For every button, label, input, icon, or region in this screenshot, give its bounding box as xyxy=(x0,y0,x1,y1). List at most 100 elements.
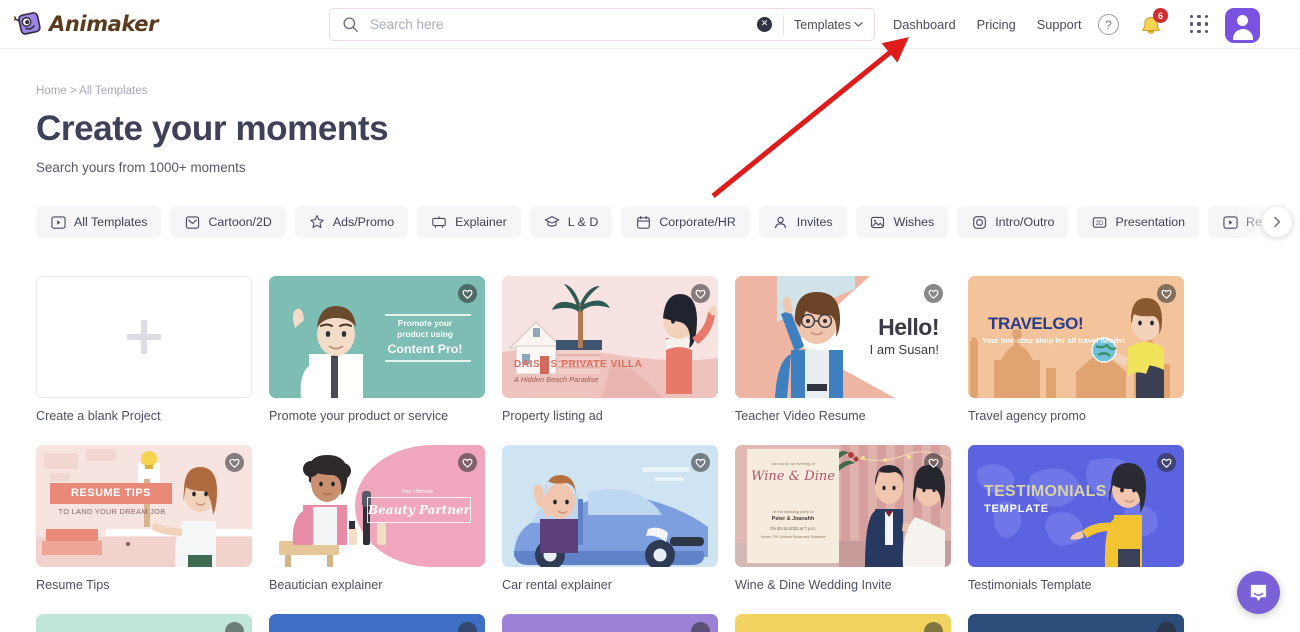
nav-link-support[interactable]: Support xyxy=(1037,17,1082,32)
favorite-button[interactable] xyxy=(458,622,477,632)
heart-icon xyxy=(462,458,473,468)
category-chip-presentation[interactable]: 2D Presentation xyxy=(1077,206,1200,238)
template-label: Travel agency promo xyxy=(968,409,1086,423)
search-bar[interactable]: ✕ Templates xyxy=(329,8,875,41)
brand-logo[interactable]: Animaker xyxy=(12,10,159,38)
template-thumbnail[interactable]: DAISY'S PRIVATE VILLA A Hidden Beach Par… xyxy=(502,276,718,398)
nav-link-dashboard[interactable]: Dashboard xyxy=(893,17,956,32)
favorite-button[interactable] xyxy=(225,622,244,632)
category-chip-label: Ads/Promo xyxy=(332,215,395,229)
search-scope-dropdown[interactable]: Templates xyxy=(784,18,874,32)
category-chip-invites[interactable]: Invites xyxy=(758,206,847,238)
heart-icon xyxy=(695,289,706,299)
close-circle-icon[interactable]: ✕ xyxy=(757,17,773,32)
category-chip-label: Corporate/HR xyxy=(659,215,736,229)
app-grid-icon[interactable] xyxy=(1190,15,1210,35)
breadcrumb: Home > All Templates xyxy=(36,85,1300,97)
template-thumbnail[interactable]: Your Ultimate Beauty Partner xyxy=(269,445,485,567)
favorite-button[interactable] xyxy=(924,453,943,472)
template-thumbnail-partial[interactable] xyxy=(735,614,951,632)
nav-link-pricing[interactable]: Pricing xyxy=(977,17,1016,32)
category-chip-all-templates[interactable]: All Templates xyxy=(36,206,162,238)
heart-icon xyxy=(462,289,473,299)
template-label: Wine & Dine Wedding Invite xyxy=(735,578,892,592)
heart-icon xyxy=(928,458,939,468)
category-chip-label: Presentation xyxy=(1115,215,1186,229)
template-label: Beautician explainer xyxy=(269,578,383,592)
thumbnail-text-line1: Promote your xyxy=(397,318,453,328)
chat-widget-button[interactable] xyxy=(1237,571,1280,614)
favorite-button[interactable] xyxy=(1157,453,1176,472)
thumbnail-subtext: TO LAND YOUR DREAM JOB xyxy=(58,507,166,516)
template-thumbnail-partial[interactable] xyxy=(502,614,718,632)
template-thumbnail[interactable]: TESTIMONIALS TEMPLATE xyxy=(968,445,1184,567)
thumbnail-headline: Hello! xyxy=(878,314,939,340)
template-thumbnail[interactable]: TRAVELGO! Your one-stop shop for all tra… xyxy=(968,276,1184,398)
thumbnail-pretext: Join us for an evening of xyxy=(771,461,815,466)
play-box-icon xyxy=(50,214,66,230)
search-input[interactable] xyxy=(370,17,758,32)
favorite-button[interactable] xyxy=(924,284,943,303)
thumbnail-headline: Beauty Partner xyxy=(368,503,470,517)
template-card-property[interactable]: DAISY'S PRIVATE VILLA A Hidden Beach Par… xyxy=(502,276,718,423)
chevron-right-icon[interactable] xyxy=(1262,207,1292,237)
template-card-beautician[interactable]: Your Ultimate Beauty Partner Beautician … xyxy=(269,445,485,592)
chat-bubble-icon xyxy=(1250,584,1267,602)
template-thumbnail-partial[interactable] xyxy=(968,614,1184,632)
category-chip-label: Invites xyxy=(796,215,833,229)
thumbnail-venue: Venue: 784 Venture Boulevard, Brisbane xyxy=(760,535,826,539)
favorite-button[interactable] xyxy=(458,284,477,303)
template-grid-next-row xyxy=(36,614,1300,632)
calendar-icon xyxy=(635,214,651,230)
category-chip-l-and-d[interactable]: L & D xyxy=(529,206,613,238)
template-thumbnail[interactable]: Hello! I am Susan! xyxy=(735,276,951,398)
breadcrumb-current: All Templates xyxy=(79,85,148,97)
category-chip-label: Intro/Outro xyxy=(995,215,1055,229)
thumbnail-text-lines: Promote your product using xyxy=(379,318,471,340)
brand-name: Animaker xyxy=(49,12,159,36)
heart-icon xyxy=(1161,289,1172,299)
template-card-resume-tips[interactable]: RESUME TIPS TO LAND YOUR DREAM JOB Resum… xyxy=(36,445,252,592)
thumbnail-pretext: Your Ultimate xyxy=(400,489,434,495)
template-thumbnail[interactable]: Join us for an evening of Wine & Dine At… xyxy=(735,445,951,567)
question-mark-icon[interactable]: ? xyxy=(1098,14,1119,35)
template-card-promote[interactable]: Promote your product using Content Pro! … xyxy=(269,276,485,423)
heart-icon xyxy=(928,289,939,299)
template-card-testimonials[interactable]: TESTIMONIALS TEMPLATE Testimonials Templ… xyxy=(968,445,1184,592)
template-thumbnail-partial[interactable] xyxy=(269,614,485,632)
favorite-button[interactable] xyxy=(225,453,244,472)
main-nav: Dashboard Pricing Support xyxy=(893,17,1082,32)
template-card-wedding[interactable]: Join us for an evening of Wine & Dine At… xyxy=(735,445,951,592)
template-thumbnail[interactable] xyxy=(36,276,252,398)
favorite-button[interactable] xyxy=(691,284,710,303)
template-thumbnail-partial[interactable] xyxy=(36,614,252,632)
category-chip-intro-outro[interactable]: Intro/Outro xyxy=(957,206,1069,238)
template-thumbnail[interactable]: RESUME TIPS TO LAND YOUR DREAM JOB xyxy=(36,445,252,567)
heart-icon xyxy=(229,458,240,468)
template-card-teacher[interactable]: Hello! I am Susan! Teacher Video Resume xyxy=(735,276,951,423)
category-chip-cartoon-2d[interactable]: Cartoon/2D xyxy=(170,206,286,238)
breadcrumb-home[interactable]: Home xyxy=(36,85,67,97)
user-avatar-icon[interactable] xyxy=(1225,8,1260,43)
thumbnail-headline: DAISY'S PRIVATE VILLA xyxy=(514,359,643,370)
template-thumbnail[interactable] xyxy=(502,445,718,567)
favorite-button[interactable] xyxy=(1157,622,1176,632)
template-card-car-rental[interactable]: Car rental explainer xyxy=(502,445,718,592)
heart-icon xyxy=(695,458,706,468)
favorite-button[interactable] xyxy=(1157,284,1176,303)
notifications-bell[interactable]: 6 xyxy=(1139,8,1168,37)
category-chip-explainer[interactable]: Explainer xyxy=(417,206,521,238)
thumbnail-artwork xyxy=(502,445,718,567)
favorite-button[interactable] xyxy=(458,453,477,472)
template-card-blank[interactable]: Create a blank Project xyxy=(36,276,252,423)
favorite-button[interactable] xyxy=(691,622,710,632)
category-chip-ads-promo[interactable]: Ads/Promo xyxy=(294,206,409,238)
category-chip-wishes[interactable]: Wishes xyxy=(855,206,949,238)
category-chip-corporate-hr[interactable]: Corporate/HR xyxy=(621,206,750,238)
favorite-button[interactable] xyxy=(691,453,710,472)
favorite-button[interactable] xyxy=(924,622,943,632)
thumbnail-names: Peter & Joanahh xyxy=(771,516,815,522)
thumbnail-artwork xyxy=(36,445,252,567)
template-card-travel[interactable]: TRAVELGO! Your one-stop shop for all tra… xyxy=(968,276,1184,423)
template-thumbnail[interactable]: Promote your product using Content Pro! xyxy=(269,276,485,398)
